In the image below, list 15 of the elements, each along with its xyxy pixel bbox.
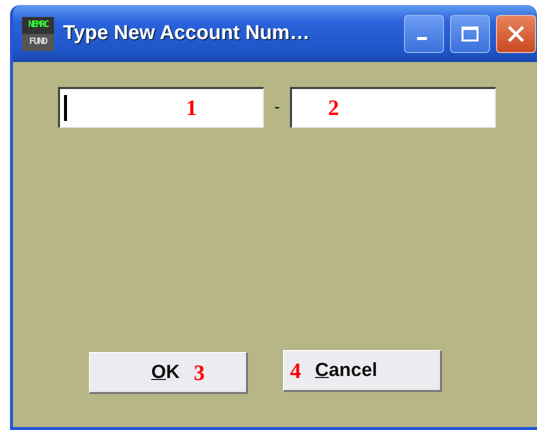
callout-number: 1 xyxy=(186,95,197,121)
input-field[interactable]: 2 xyxy=(290,87,496,128)
close-button[interactable] xyxy=(496,14,536,52)
close-icon xyxy=(506,24,526,44)
separator-dash: - xyxy=(273,98,281,116)
minimize-icon xyxy=(417,37,427,40)
maximize-button[interactable] xyxy=(450,14,490,52)
input-field[interactable]: 1 xyxy=(58,87,264,128)
callout-number: 2 xyxy=(328,95,339,121)
cancel-button[interactable]: 4 Cancel xyxy=(283,350,442,392)
ok-button[interactable]: OK 3 xyxy=(89,352,248,394)
window-title: Type New Account Num… xyxy=(63,22,310,45)
minimize-button[interactable] xyxy=(404,14,444,52)
maximize-icon xyxy=(460,24,480,44)
logo-icon: NEMRC FUND xyxy=(22,16,54,50)
